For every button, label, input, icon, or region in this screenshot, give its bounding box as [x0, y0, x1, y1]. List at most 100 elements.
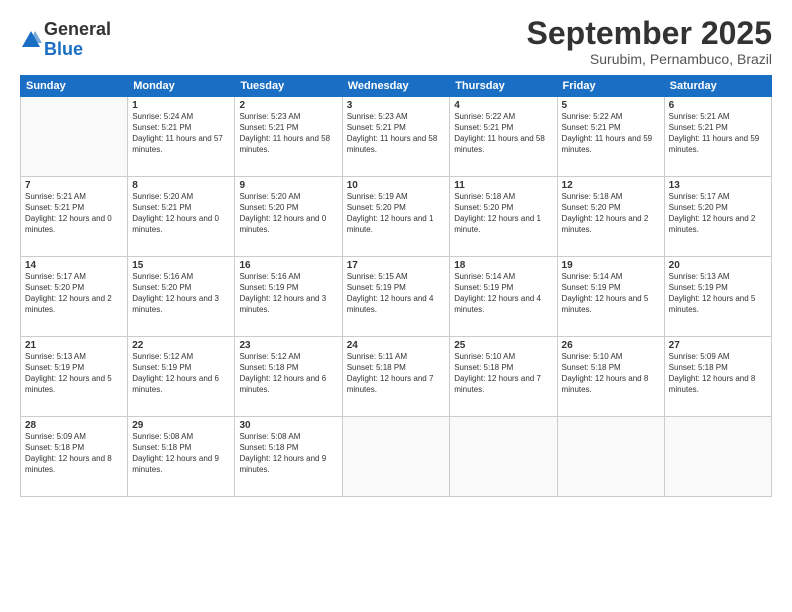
table-row: 24Sunrise: 5:11 AMSunset: 5:18 PMDayligh… — [342, 337, 450, 417]
day-info: Sunrise: 5:18 AMSunset: 5:20 PMDaylight:… — [562, 192, 660, 235]
calendar-week-row: 21Sunrise: 5:13 AMSunset: 5:19 PMDayligh… — [21, 337, 772, 417]
table-row: 25Sunrise: 5:10 AMSunset: 5:18 PMDayligh… — [450, 337, 557, 417]
col-thursday: Thursday — [450, 76, 557, 97]
table-row: 29Sunrise: 5:08 AMSunset: 5:18 PMDayligh… — [128, 417, 235, 497]
day-number: 2 — [239, 100, 337, 111]
day-number: 22 — [132, 340, 230, 351]
col-sunday: Sunday — [21, 76, 128, 97]
day-number: 9 — [239, 180, 337, 191]
table-row: 6Sunrise: 5:21 AMSunset: 5:21 PMDaylight… — [664, 97, 771, 177]
day-info: Sunrise: 5:21 AMSunset: 5:21 PMDaylight:… — [669, 112, 767, 155]
day-number: 26 — [562, 340, 660, 351]
day-info: Sunrise: 5:23 AMSunset: 5:21 PMDaylight:… — [239, 112, 337, 155]
table-row: 3Sunrise: 5:23 AMSunset: 5:21 PMDaylight… — [342, 97, 450, 177]
day-info: Sunrise: 5:20 AMSunset: 5:21 PMDaylight:… — [132, 192, 230, 235]
calendar-week-row: 28Sunrise: 5:09 AMSunset: 5:18 PMDayligh… — [21, 417, 772, 497]
day-info: Sunrise: 5:10 AMSunset: 5:18 PMDaylight:… — [562, 352, 660, 395]
day-info: Sunrise: 5:13 AMSunset: 5:19 PMDaylight:… — [25, 352, 123, 395]
day-info: Sunrise: 5:17 AMSunset: 5:20 PMDaylight:… — [669, 192, 767, 235]
logo: General Blue — [20, 20, 111, 60]
col-tuesday: Tuesday — [235, 76, 342, 97]
calendar-header-row: Sunday Monday Tuesday Wednesday Thursday… — [21, 76, 772, 97]
day-info: Sunrise: 5:12 AMSunset: 5:19 PMDaylight:… — [132, 352, 230, 395]
table-row: 14Sunrise: 5:17 AMSunset: 5:20 PMDayligh… — [21, 257, 128, 337]
table-row — [342, 417, 450, 497]
day-number: 29 — [132, 420, 230, 431]
table-row — [450, 417, 557, 497]
day-number: 14 — [25, 260, 123, 271]
calendar-table: Sunday Monday Tuesday Wednesday Thursday… — [20, 75, 772, 497]
location: Surubim, Pernambuco, Brazil — [527, 51, 772, 67]
day-info: Sunrise: 5:20 AMSunset: 5:20 PMDaylight:… — [239, 192, 337, 235]
day-number: 4 — [454, 100, 552, 111]
table-row: 8Sunrise: 5:20 AMSunset: 5:21 PMDaylight… — [128, 177, 235, 257]
header: General Blue September 2025 Surubim, Per… — [20, 16, 772, 67]
day-info: Sunrise: 5:23 AMSunset: 5:21 PMDaylight:… — [347, 112, 446, 155]
day-info: Sunrise: 5:18 AMSunset: 5:20 PMDaylight:… — [454, 192, 552, 235]
day-info: Sunrise: 5:22 AMSunset: 5:21 PMDaylight:… — [454, 112, 552, 155]
table-row: 15Sunrise: 5:16 AMSunset: 5:20 PMDayligh… — [128, 257, 235, 337]
day-info: Sunrise: 5:08 AMSunset: 5:18 PMDaylight:… — [239, 432, 337, 475]
logo-blue-text: Blue — [44, 39, 83, 59]
table-row: 26Sunrise: 5:10 AMSunset: 5:18 PMDayligh… — [557, 337, 664, 417]
table-row: 5Sunrise: 5:22 AMSunset: 5:21 PMDaylight… — [557, 97, 664, 177]
table-row: 22Sunrise: 5:12 AMSunset: 5:19 PMDayligh… — [128, 337, 235, 417]
day-number: 25 — [454, 340, 552, 351]
day-number: 15 — [132, 260, 230, 271]
title-block: September 2025 Surubim, Pernambuco, Braz… — [527, 16, 772, 67]
table-row: 13Sunrise: 5:17 AMSunset: 5:20 PMDayligh… — [664, 177, 771, 257]
month-title: September 2025 — [527, 16, 772, 51]
day-number: 28 — [25, 420, 123, 431]
day-number: 18 — [454, 260, 552, 271]
day-info: Sunrise: 5:16 AMSunset: 5:20 PMDaylight:… — [132, 272, 230, 315]
table-row — [664, 417, 771, 497]
day-number: 27 — [669, 340, 767, 351]
table-row: 23Sunrise: 5:12 AMSunset: 5:18 PMDayligh… — [235, 337, 342, 417]
table-row: 10Sunrise: 5:19 AMSunset: 5:20 PMDayligh… — [342, 177, 450, 257]
day-info: Sunrise: 5:24 AMSunset: 5:21 PMDaylight:… — [132, 112, 230, 155]
table-row: 9Sunrise: 5:20 AMSunset: 5:20 PMDaylight… — [235, 177, 342, 257]
day-info: Sunrise: 5:12 AMSunset: 5:18 PMDaylight:… — [239, 352, 337, 395]
day-number: 3 — [347, 100, 446, 111]
day-info: Sunrise: 5:15 AMSunset: 5:19 PMDaylight:… — [347, 272, 446, 315]
calendar-week-row: 14Sunrise: 5:17 AMSunset: 5:20 PMDayligh… — [21, 257, 772, 337]
day-number: 19 — [562, 260, 660, 271]
table-row: 16Sunrise: 5:16 AMSunset: 5:19 PMDayligh… — [235, 257, 342, 337]
day-number: 30 — [239, 420, 337, 431]
table-row: 28Sunrise: 5:09 AMSunset: 5:18 PMDayligh… — [21, 417, 128, 497]
table-row: 17Sunrise: 5:15 AMSunset: 5:19 PMDayligh… — [342, 257, 450, 337]
day-info: Sunrise: 5:22 AMSunset: 5:21 PMDaylight:… — [562, 112, 660, 155]
day-number: 8 — [132, 180, 230, 191]
logo-general-text: General — [44, 19, 111, 39]
table-row: 12Sunrise: 5:18 AMSunset: 5:20 PMDayligh… — [557, 177, 664, 257]
calendar-week-row: 7Sunrise: 5:21 AMSunset: 5:21 PMDaylight… — [21, 177, 772, 257]
day-info: Sunrise: 5:10 AMSunset: 5:18 PMDaylight:… — [454, 352, 552, 395]
table-row: 30Sunrise: 5:08 AMSunset: 5:18 PMDayligh… — [235, 417, 342, 497]
col-saturday: Saturday — [664, 76, 771, 97]
calendar-week-row: 1Sunrise: 5:24 AMSunset: 5:21 PMDaylight… — [21, 97, 772, 177]
day-info: Sunrise: 5:08 AMSunset: 5:18 PMDaylight:… — [132, 432, 230, 475]
table-row: 27Sunrise: 5:09 AMSunset: 5:18 PMDayligh… — [664, 337, 771, 417]
table-row: 21Sunrise: 5:13 AMSunset: 5:19 PMDayligh… — [21, 337, 128, 417]
day-number: 12 — [562, 180, 660, 191]
day-number: 17 — [347, 260, 446, 271]
table-row — [557, 417, 664, 497]
table-row: 7Sunrise: 5:21 AMSunset: 5:21 PMDaylight… — [21, 177, 128, 257]
day-number: 20 — [669, 260, 767, 271]
table-row: 19Sunrise: 5:14 AMSunset: 5:19 PMDayligh… — [557, 257, 664, 337]
day-number: 5 — [562, 100, 660, 111]
day-info: Sunrise: 5:17 AMSunset: 5:20 PMDaylight:… — [25, 272, 123, 315]
table-row: 20Sunrise: 5:13 AMSunset: 5:19 PMDayligh… — [664, 257, 771, 337]
table-row: 2Sunrise: 5:23 AMSunset: 5:21 PMDaylight… — [235, 97, 342, 177]
logo-icon — [20, 29, 42, 51]
col-friday: Friday — [557, 76, 664, 97]
col-monday: Monday — [128, 76, 235, 97]
day-info: Sunrise: 5:21 AMSunset: 5:21 PMDaylight:… — [25, 192, 123, 235]
table-row: 1Sunrise: 5:24 AMSunset: 5:21 PMDaylight… — [128, 97, 235, 177]
page: General Blue September 2025 Surubim, Per… — [0, 0, 792, 612]
day-number: 24 — [347, 340, 446, 351]
day-info: Sunrise: 5:09 AMSunset: 5:18 PMDaylight:… — [669, 352, 767, 395]
day-number: 13 — [669, 180, 767, 191]
col-wednesday: Wednesday — [342, 76, 450, 97]
day-number: 21 — [25, 340, 123, 351]
